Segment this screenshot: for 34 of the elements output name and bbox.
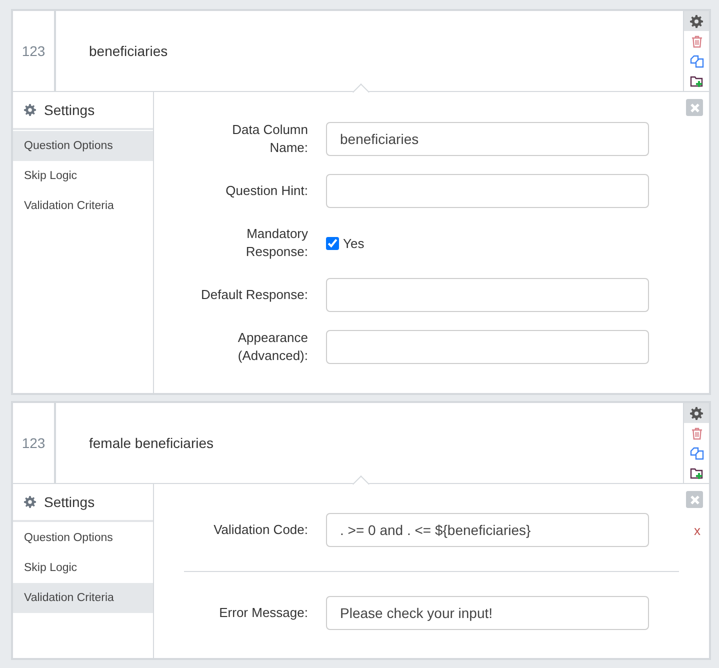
text-field[interactable] xyxy=(326,330,649,364)
settings-tab[interactable]: Skip Logic xyxy=(13,553,153,583)
settings-icon[interactable] xyxy=(684,11,709,31)
field-label: Mandatory Response: xyxy=(244,225,308,261)
checkbox-label: Yes xyxy=(343,236,364,250)
question-type-number: 123 xyxy=(13,403,56,483)
settings-tab[interactable]: Validation Criteria xyxy=(13,191,153,221)
settings-icon xyxy=(24,496,36,508)
field-label: Error Message: xyxy=(218,604,308,622)
text-field[interactable]: Please check your input! xyxy=(326,596,649,630)
settings-heading: Settings xyxy=(44,494,95,510)
remove-link[interactable]: x xyxy=(694,522,700,538)
field-label: Validation Code: xyxy=(212,521,308,539)
settings-tab[interactable]: Question Options xyxy=(13,131,153,161)
question-title: female beneficiaries xyxy=(89,435,214,451)
field-label: Data Column Name: xyxy=(231,121,308,157)
settings-tab[interactable]: Skip Logic xyxy=(13,161,153,191)
settings-tab[interactable]: Question Options xyxy=(13,523,153,553)
close-icon xyxy=(690,102,700,112)
field-label: Appearance (Advanced): xyxy=(236,329,308,365)
settings-icon xyxy=(24,104,36,116)
field-label: Default Response: xyxy=(200,286,308,304)
close-icon xyxy=(690,494,700,504)
question-title: beneficiaries xyxy=(89,43,168,59)
text-field[interactable]: . >= 0 and . <= ${beneficiaries} xyxy=(326,513,649,547)
settings-tab[interactable]: Validation Criteria xyxy=(13,583,153,613)
question-type-number: 123 xyxy=(13,11,56,91)
field-label: Question Hint: xyxy=(224,182,308,200)
settings-icon[interactable] xyxy=(684,403,709,423)
text-field[interactable]: beneficiaries xyxy=(326,122,649,156)
checkbox[interactable] xyxy=(326,236,339,250)
text-field[interactable] xyxy=(326,278,649,312)
settings-heading: Settings xyxy=(44,102,95,118)
text-field[interactable] xyxy=(326,174,649,208)
